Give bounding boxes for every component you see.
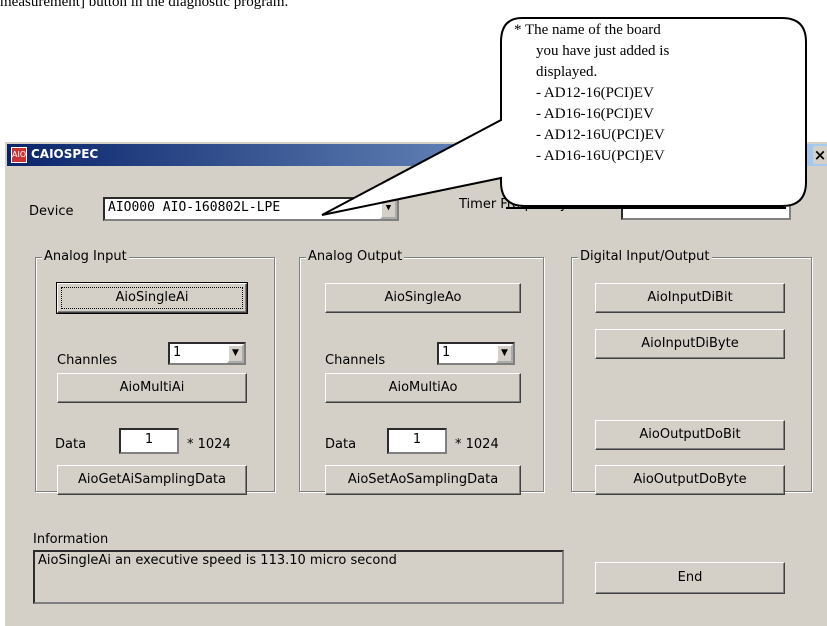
- aio-set-ao-sampling-data-button[interactable]: AioSetAoSamplingData: [325, 465, 521, 495]
- aio-output-do-bit-button[interactable]: AioOutputDoBit: [595, 420, 785, 450]
- ai-data-input[interactable]: 1: [119, 428, 179, 454]
- board-name: - AD16-16U(PCI)EV: [536, 148, 665, 164]
- ao-data-input[interactable]: 1: [387, 428, 447, 454]
- information-text: AioSingleAi an executive speed is 113.10…: [38, 553, 397, 568]
- ai-data-label: Data: [55, 437, 87, 452]
- aio-single-ai-button[interactable]: AioSingleAi: [56, 282, 248, 314]
- aio-input-di-bit-button[interactable]: AioInputDiBit: [595, 283, 785, 313]
- ao-channels-value: 1: [442, 345, 451, 360]
- aio-single-ao-button[interactable]: AioSingleAo: [325, 283, 521, 313]
- aio-multi-ao-button[interactable]: AioMultiAo: [325, 373, 521, 403]
- ao-channels-select[interactable]: 1 ▼: [437, 342, 515, 365]
- ai-channels-value: 1: [173, 345, 182, 360]
- callout-text: * The name of the board you have just ad…: [514, 20, 669, 167]
- board-name: - AD16-16(PCI)EV: [536, 106, 654, 122]
- aio-get-ai-sampling-data-button[interactable]: AioGetAiSamplingData: [57, 465, 247, 495]
- callout-line: displayed.: [536, 64, 598, 80]
- aio-single-ai-label: AioSingleAi: [58, 284, 246, 312]
- board-name: - AD12-16(PCI)EV: [536, 85, 654, 101]
- callout-line: * The name of the board: [514, 22, 661, 38]
- ao-data-suffix: * 1024: [455, 437, 499, 452]
- callout-bubble: [321, 17, 807, 216]
- ai-data-suffix: * 1024: [187, 437, 231, 452]
- board-name: - AD12-16U(PCI)EV: [536, 127, 665, 143]
- digital-io-legend: Digital Input/Output: [578, 249, 712, 264]
- callout-line: you have just added is: [536, 43, 670, 59]
- chevron-down-icon[interactable]: ▼: [496, 344, 513, 363]
- information-label: Information: [33, 532, 109, 547]
- ai-channels-label: Channles: [57, 353, 118, 368]
- information-box: AioSingleAi an executive speed is 113.10…: [33, 550, 564, 604]
- chevron-down-icon[interactable]: ▼: [227, 344, 244, 363]
- ai-channels-select[interactable]: 1 ▼: [168, 342, 246, 365]
- aio-multi-ai-button[interactable]: AioMultiAi: [57, 373, 247, 403]
- end-button[interactable]: End: [595, 562, 785, 594]
- ao-data-label: Data: [325, 437, 357, 452]
- analog-input-legend: Analog Input: [42, 249, 129, 264]
- aio-output-do-byte-button[interactable]: AioOutputDoByte: [595, 465, 785, 495]
- analog-output-legend: Analog Output: [306, 249, 405, 264]
- aio-input-di-byte-button[interactable]: AioInputDiByte: [595, 329, 785, 359]
- ao-channels-label: Channels: [325, 353, 386, 368]
